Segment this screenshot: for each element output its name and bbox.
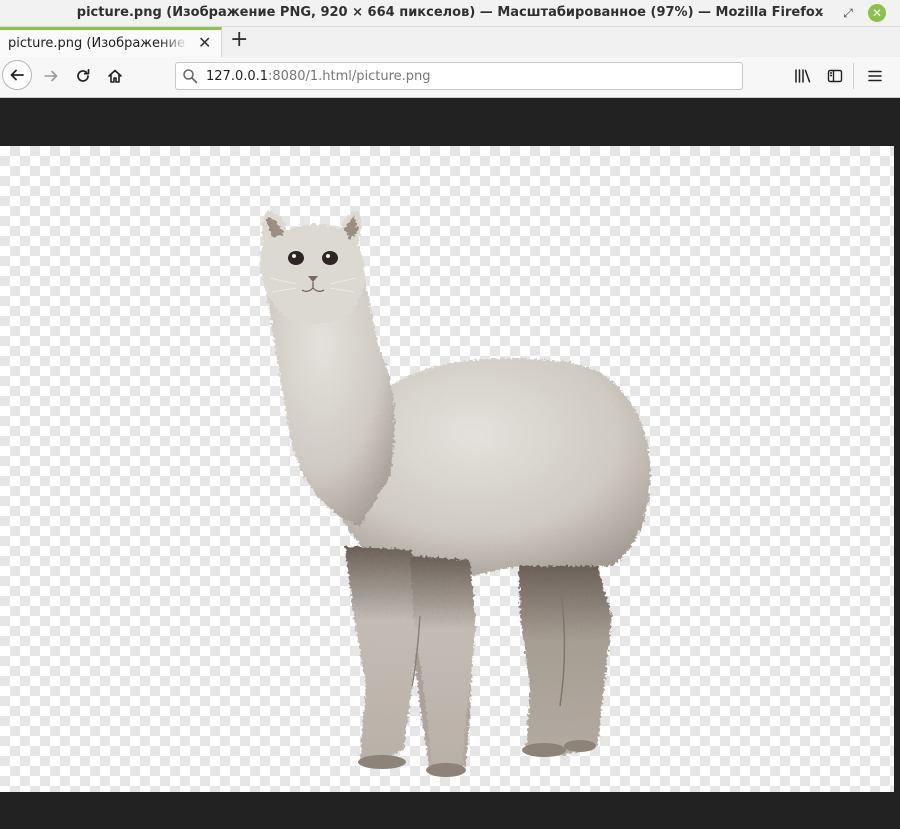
sidebar-button[interactable]	[824, 65, 846, 87]
hamburger-menu-icon	[868, 70, 882, 82]
picture-image[interactable]	[0, 146, 894, 792]
forward-arrow-icon	[44, 70, 58, 82]
reload-icon	[77, 68, 90, 82]
back-arrow-icon	[10, 69, 24, 81]
alpaca-with-cat-face-picture	[259, 210, 651, 777]
maximize-button[interactable]: ⤢	[838, 3, 858, 23]
back-button[interactable]	[2, 60, 32, 90]
tab-picture[interactable]: picture.png (Изображение PNG, 920 × 664 …	[0, 27, 222, 57]
url-path: :8080/1.html/picture.png	[268, 69, 431, 84]
url-text: 127.0.0.1:8080/1.html/picture.png	[206, 69, 431, 84]
window-titlebar: picture.png (Изображение PNG, 920 × 664 …	[0, 0, 900, 27]
home-icon	[108, 69, 122, 83]
image-viewer	[0, 98, 900, 829]
new-tab-button[interactable]: +	[230, 28, 248, 52]
toolbar-separator	[853, 63, 854, 89]
home-button[interactable]	[104, 65, 126, 87]
library-icon	[795, 69, 811, 83]
navigation-toolbar: 127.0.0.1:8080/1.html/picture.png	[0, 57, 900, 98]
tab-close-button[interactable]: ✕	[198, 33, 211, 52]
reload-button[interactable]	[72, 65, 94, 87]
window-title: picture.png (Изображение PNG, 920 × 664 …	[76, 5, 824, 20]
address-bar[interactable]: 127.0.0.1:8080/1.html/picture.png	[175, 62, 743, 90]
open-menu-button[interactable]	[864, 65, 886, 87]
tab-title: picture.png (Изображение PNG, 920 × 664 …	[8, 36, 188, 51]
library-button[interactable]	[792, 65, 814, 87]
url-host: 127.0.0.1	[206, 69, 269, 84]
search-icon	[183, 69, 198, 84]
minimize-button[interactable]: ‒	[810, 3, 830, 23]
close-window-button[interactable]: ✕	[868, 4, 886, 22]
forward-button[interactable]	[40, 65, 62, 87]
sidebar-icon	[827, 69, 843, 83]
tab-strip: picture.png (Изображение PNG, 920 × 664 …	[0, 27, 900, 57]
